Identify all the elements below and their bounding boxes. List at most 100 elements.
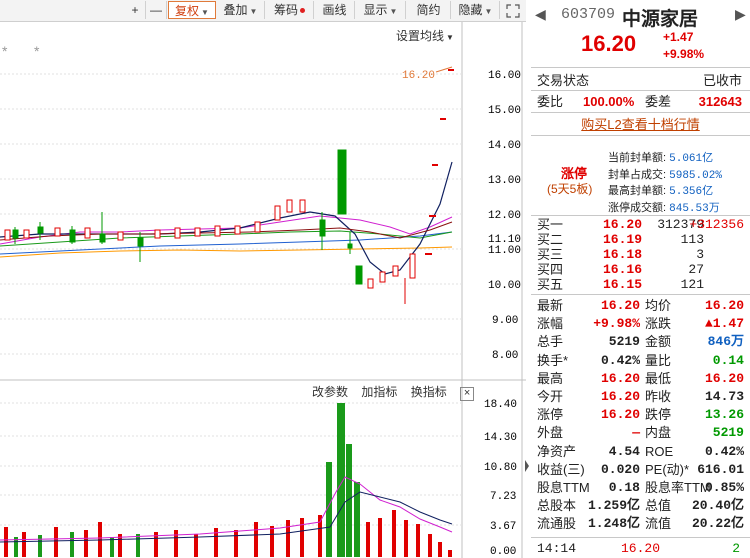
diejia-dropdown[interactable]: 叠加 ▼ [217,1,265,19]
stat-value: 0.14 [712,352,744,368]
quote-panel: ◀ 603709 中源家居 ▶ 16.20 +1.47 +9.98% 交易状态 … [531,0,750,558]
limit-row-label: 最高封单额: [608,185,667,197]
stats-row: 流通股 1.248亿 流值 20.22亿 [531,515,750,533]
set-ma-label: 设置均线 [396,29,445,43]
stats-row: 总股本 1.259亿 总值 20.40亿 [531,497,750,515]
stat-label: 总手 [537,334,564,350]
stat-label: 最新 [537,298,564,313]
volume-axis-tick: 18.40 [484,399,517,411]
stat-label: 最低 [645,370,672,386]
fullscreen-button[interactable] [502,1,524,19]
trade-status-label: 交易状态 [537,73,590,88]
price-change-pct: +9.98% [663,47,705,61]
price-axis-tick: 13.00 [488,175,521,187]
volume-bars [0,403,453,557]
stat-label: 流值 [645,516,672,532]
switch-indicator-button[interactable]: 换指标 [411,385,447,399]
stat-value: 0.42% [600,352,640,368]
bid-label: 买五 [537,277,564,292]
add-indicator-button[interactable]: 加指标 [361,385,397,399]
fullscreen-icon [506,4,520,18]
weibi-row: 委比 100.00% 委差 312643 [531,92,750,111]
stats-row: 总手 5219 金额 846万 [531,333,750,351]
stat-label: 换手* [537,352,569,368]
set-ma-dropdown[interactable]: 设置均线 ▼ [396,27,454,44]
stock-code: 603709 [561,6,616,23]
stat-label: 涨停 [537,407,564,423]
event-marker-icon[interactable]: * [2,43,8,59]
stat-value: 20.40亿 [691,498,744,514]
stat-label: 流通股 [537,516,577,532]
tick-price: 16.20 [621,541,661,556]
stat-value: 16.20 [600,407,640,423]
trade-status-value: 已收市 [702,73,742,88]
stat-label: ROE [645,443,674,459]
volume-axis-tick: 0.00 [490,546,516,558]
ma-line [0,221,453,241]
stat-value: 616.01 [697,461,744,477]
chevron-down-icon: ▼ [201,8,209,17]
stat-value: 14.73 [704,389,744,404]
stat-value: 16.20 [600,370,640,386]
weidiff-label: 委差 [645,94,672,109]
stat-label: 最高 [537,370,564,386]
fuquan-dropdown[interactable]: 复权 ▼ [168,1,216,19]
stat-label: PE(动)* [645,461,690,477]
yincang-dropdown[interactable]: 隐藏 ▼ [452,1,500,19]
weibi-label: 委比 [537,94,564,109]
limit-up-details: 当前封单额: 5.061亿 封单占成交: 5985.02% 最高封单额: 5.3… [608,151,722,217]
zoom-in-button[interactable]: + [125,1,146,19]
kline-chart[interactable]: * * 16.20 16.00 15.00 14.00 13.00 12.00 … [0,22,526,558]
stat-value: 16.20 [600,389,640,404]
stat-value: 16.20 [600,298,640,313]
stat-value: ▲1.47 [704,316,744,332]
stat-value: +9.98% [593,316,640,332]
prev-stock-icon[interactable]: ◀ [535,6,546,23]
stat-label: 总值 [645,498,672,514]
stat-label: 外盘 [537,425,564,441]
bid-price: 16.18 [603,247,643,262]
bid-volume: 27 [688,262,704,277]
buy-l2-link[interactable]: 购买L2查看十档行情 [531,115,750,134]
bid-price: 16.16 [603,262,643,277]
huaxian-button[interactable]: 画线 [315,1,355,19]
modify-params-button[interactable]: 改参数 [312,385,348,399]
stat-label: 金额 [645,334,672,350]
chevron-down-icon: ▼ [446,33,454,42]
stat-value: 13.26 [704,407,744,423]
volume-axis-tick: 10.80 [484,462,517,474]
stat-value: — [632,425,640,441]
chouma-button[interactable]: 筹码 [266,1,314,19]
price-change: +1.47 [663,30,694,44]
stat-value: 4.54 [608,443,640,459]
panel-toggle-handle[interactable] [524,456,530,476]
tick-volume: 2 [732,541,740,556]
chevron-down-icon: ▼ [389,7,398,16]
stats-row: 最新 16.20 均价 16.20 [531,297,750,315]
sub-indicator-bar: 改参数 加指标 换指标 × [312,383,484,401]
weidiff-value: 312643 [698,94,742,109]
bid-volume: 113 [680,232,704,247]
stat-label: 今开 [537,389,564,404]
stock-name: 中源家居 [622,9,699,30]
stat-label: 股息率TTM [645,480,711,495]
bid-label: 买一 [537,217,564,232]
stat-value: 1.248亿 [587,516,640,532]
limit-row-value: 5985.02% [669,169,722,182]
bid-row: 买四 16.16 27 [531,262,750,277]
stats-row: 涨幅 +9.98% 涨跌 ▲1.47 [531,315,750,333]
xianshi-dropdown[interactable]: 显示 ▼ [356,1,406,19]
price-axis-tick: 9.00 [492,315,518,327]
jianyue-button[interactable]: 简约 [407,1,451,19]
close-icon[interactable]: × [460,387,475,401]
bid-label: 买三 [537,247,564,262]
stat-value: 16.20 [704,370,744,386]
next-stock-icon[interactable]: ▶ [735,6,746,23]
zoom-out-button[interactable]: — [146,1,167,19]
stat-value: 16.20 [704,298,744,313]
stat-label: 跌停 [645,407,672,423]
price-axis-tick: 11.00 [488,245,521,257]
event-marker-icon[interactable]: * [34,43,40,59]
diejia-label: 叠加 [223,3,248,17]
stat-label: 内盘 [645,425,672,441]
